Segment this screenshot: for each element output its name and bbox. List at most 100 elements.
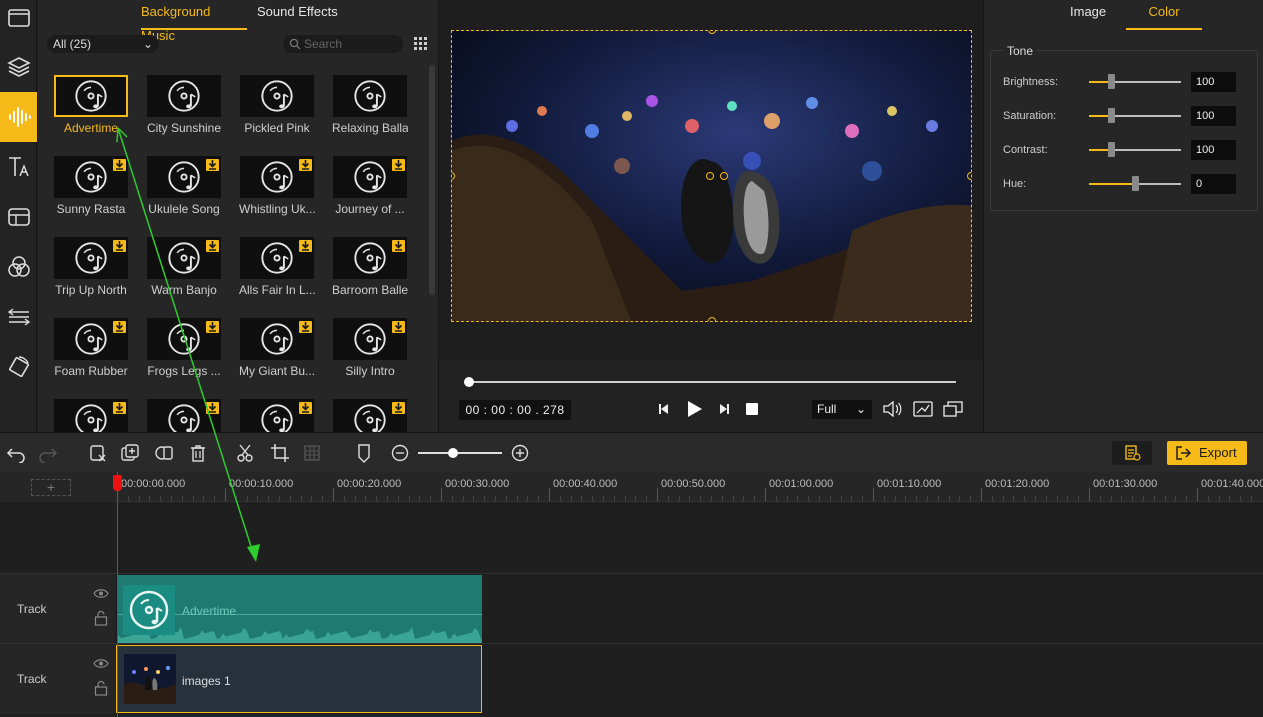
- undo-icon[interactable]: [6, 443, 26, 463]
- music-tile[interactable]: Warm Banjo: [146, 237, 222, 297]
- music-tile[interactable]: Whistling Uk...: [239, 156, 315, 216]
- progress-bar[interactable]: [469, 381, 956, 383]
- ruler-minor-tick: [635, 496, 637, 501]
- slider-value-input[interactable]: 100: [1191, 140, 1236, 160]
- previous-frame-icon[interactable]: [657, 402, 671, 416]
- mosaic-icon[interactable]: [303, 443, 323, 463]
- music-tile[interactable]: Journey of ...: [332, 156, 408, 216]
- slider-knob[interactable]: [1108, 142, 1115, 157]
- download-icon[interactable]: [206, 240, 219, 252]
- resize-handle[interactable]: [967, 172, 971, 180]
- slider-value-input[interactable]: 100: [1191, 72, 1236, 92]
- music-tile[interactable]: Barroom Ballet: [332, 237, 408, 297]
- media-icon[interactable]: [0, 0, 37, 42]
- audio-icon[interactable]: [0, 92, 37, 142]
- grid-view-icon[interactable]: [413, 36, 429, 52]
- tab-background-music[interactable]: Background Music: [141, 0, 247, 43]
- copy-icon[interactable]: [120, 443, 140, 463]
- zoom-slider[interactable]: [418, 452, 502, 454]
- project-settings-button[interactable]: [1112, 441, 1152, 465]
- snapshot-icon[interactable]: [913, 401, 933, 417]
- zoom-slider-knob[interactable]: [448, 448, 459, 458]
- download-icon[interactable]: [113, 159, 126, 171]
- filters-icon[interactable]: [0, 242, 37, 292]
- resize-handle[interactable]: [708, 317, 716, 321]
- download-icon[interactable]: [392, 159, 405, 171]
- elements-icon[interactable]: [0, 342, 37, 392]
- music-tile[interactable]: Advertime: [53, 75, 129, 135]
- rotate-handle[interactable]: [720, 172, 728, 180]
- download-icon[interactable]: [206, 402, 219, 414]
- download-icon[interactable]: [206, 321, 219, 333]
- ruler-minor-tick: [700, 496, 702, 501]
- export-button[interactable]: Export: [1167, 441, 1247, 465]
- music-tile[interactable]: Alls Fair In L...: [239, 237, 315, 297]
- download-icon[interactable]: [392, 402, 405, 414]
- eye-icon[interactable]: [93, 588, 109, 599]
- slider-knob[interactable]: [1108, 108, 1115, 123]
- play-icon[interactable]: [684, 399, 704, 419]
- zoom-out-icon[interactable]: [390, 443, 410, 463]
- add-track-button[interactable]: +: [31, 479, 71, 496]
- download-icon[interactable]: [113, 402, 126, 414]
- music-tile[interactable]: Ukulele Song: [146, 156, 222, 216]
- download-icon[interactable]: [113, 321, 126, 333]
- scissors-icon[interactable]: [236, 443, 256, 463]
- slider-knob[interactable]: [1132, 176, 1139, 191]
- slider-knob[interactable]: [1108, 74, 1115, 89]
- slider-value-input[interactable]: 100: [1191, 106, 1236, 126]
- download-icon[interactable]: [299, 321, 312, 333]
- next-frame-icon[interactable]: [717, 402, 731, 416]
- download-icon[interactable]: [392, 240, 405, 252]
- tab-image[interactable]: Image: [1070, 0, 1106, 30]
- slider-value-input[interactable]: 0: [1191, 174, 1236, 194]
- time-ruler[interactable]: 00:00:00.000 00:00:10.000 00:00:20.000 00:0…: [115, 472, 1263, 502]
- music-tile[interactable]: Frogs Legs ...: [146, 318, 222, 378]
- zoom-in-icon[interactable]: [510, 443, 530, 463]
- fullscreen-icon[interactable]: [943, 401, 963, 417]
- download-icon[interactable]: [299, 402, 312, 414]
- progress-knob[interactable]: [464, 377, 474, 387]
- image-clip[interactable]: images 1: [116, 645, 482, 713]
- search-input[interactable]: Search: [283, 35, 403, 53]
- library-scrollbar[interactable]: [429, 65, 435, 295]
- music-title: Trip Up North: [55, 283, 127, 297]
- music-tile[interactable]: My Giant Bu...: [239, 318, 315, 378]
- delete-clip-icon[interactable]: [88, 443, 108, 463]
- music-tile[interactable]: Sunny Rasta: [53, 156, 129, 216]
- redo-icon[interactable]: [38, 443, 58, 463]
- lock-icon[interactable]: [94, 680, 108, 696]
- rotate-handle[interactable]: [706, 172, 714, 180]
- trash-icon[interactable]: [188, 443, 208, 463]
- text-icon[interactable]: [0, 142, 37, 192]
- download-icon[interactable]: [299, 240, 312, 252]
- music-tile[interactable]: Foam Rubber: [53, 318, 129, 378]
- music-tile[interactable]: Silly Intro: [332, 318, 408, 378]
- music-tile[interactable]: Pickled Pink: [239, 75, 315, 135]
- volume-icon[interactable]: [882, 401, 902, 417]
- tab-sound-effects[interactable]: Sound Effects: [257, 0, 338, 30]
- playhead-handle[interactable]: [113, 475, 122, 491]
- stop-icon[interactable]: [745, 402, 759, 416]
- tab-color[interactable]: Color: [1126, 0, 1202, 30]
- music-tile[interactable]: City Sunshine: [146, 75, 222, 135]
- download-icon[interactable]: [299, 159, 312, 171]
- audio-clip[interactable]: Advertime: [118, 575, 482, 643]
- download-icon[interactable]: [206, 159, 219, 171]
- overlay-icon[interactable]: [0, 192, 37, 242]
- lock-icon[interactable]: [94, 610, 108, 626]
- music-tile[interactable]: Relaxing Ballad: [332, 75, 408, 135]
- crop-icon[interactable]: [270, 443, 290, 463]
- layers-icon[interactable]: [0, 42, 37, 92]
- quality-select[interactable]: Full ⌄: [812, 400, 872, 419]
- track-header: Track: [0, 644, 115, 714]
- download-icon[interactable]: [113, 240, 126, 252]
- music-tile[interactable]: Trip Up North: [53, 237, 129, 297]
- download-icon[interactable]: [392, 321, 405, 333]
- transitions-icon[interactable]: [0, 292, 37, 342]
- marker-icon[interactable]: [354, 443, 374, 463]
- preview-canvas[interactable]: [451, 30, 972, 322]
- paste-icon[interactable]: [154, 443, 174, 463]
- eye-icon[interactable]: [93, 658, 109, 669]
- category-filter[interactable]: All (25) ⌄: [47, 35, 159, 53]
